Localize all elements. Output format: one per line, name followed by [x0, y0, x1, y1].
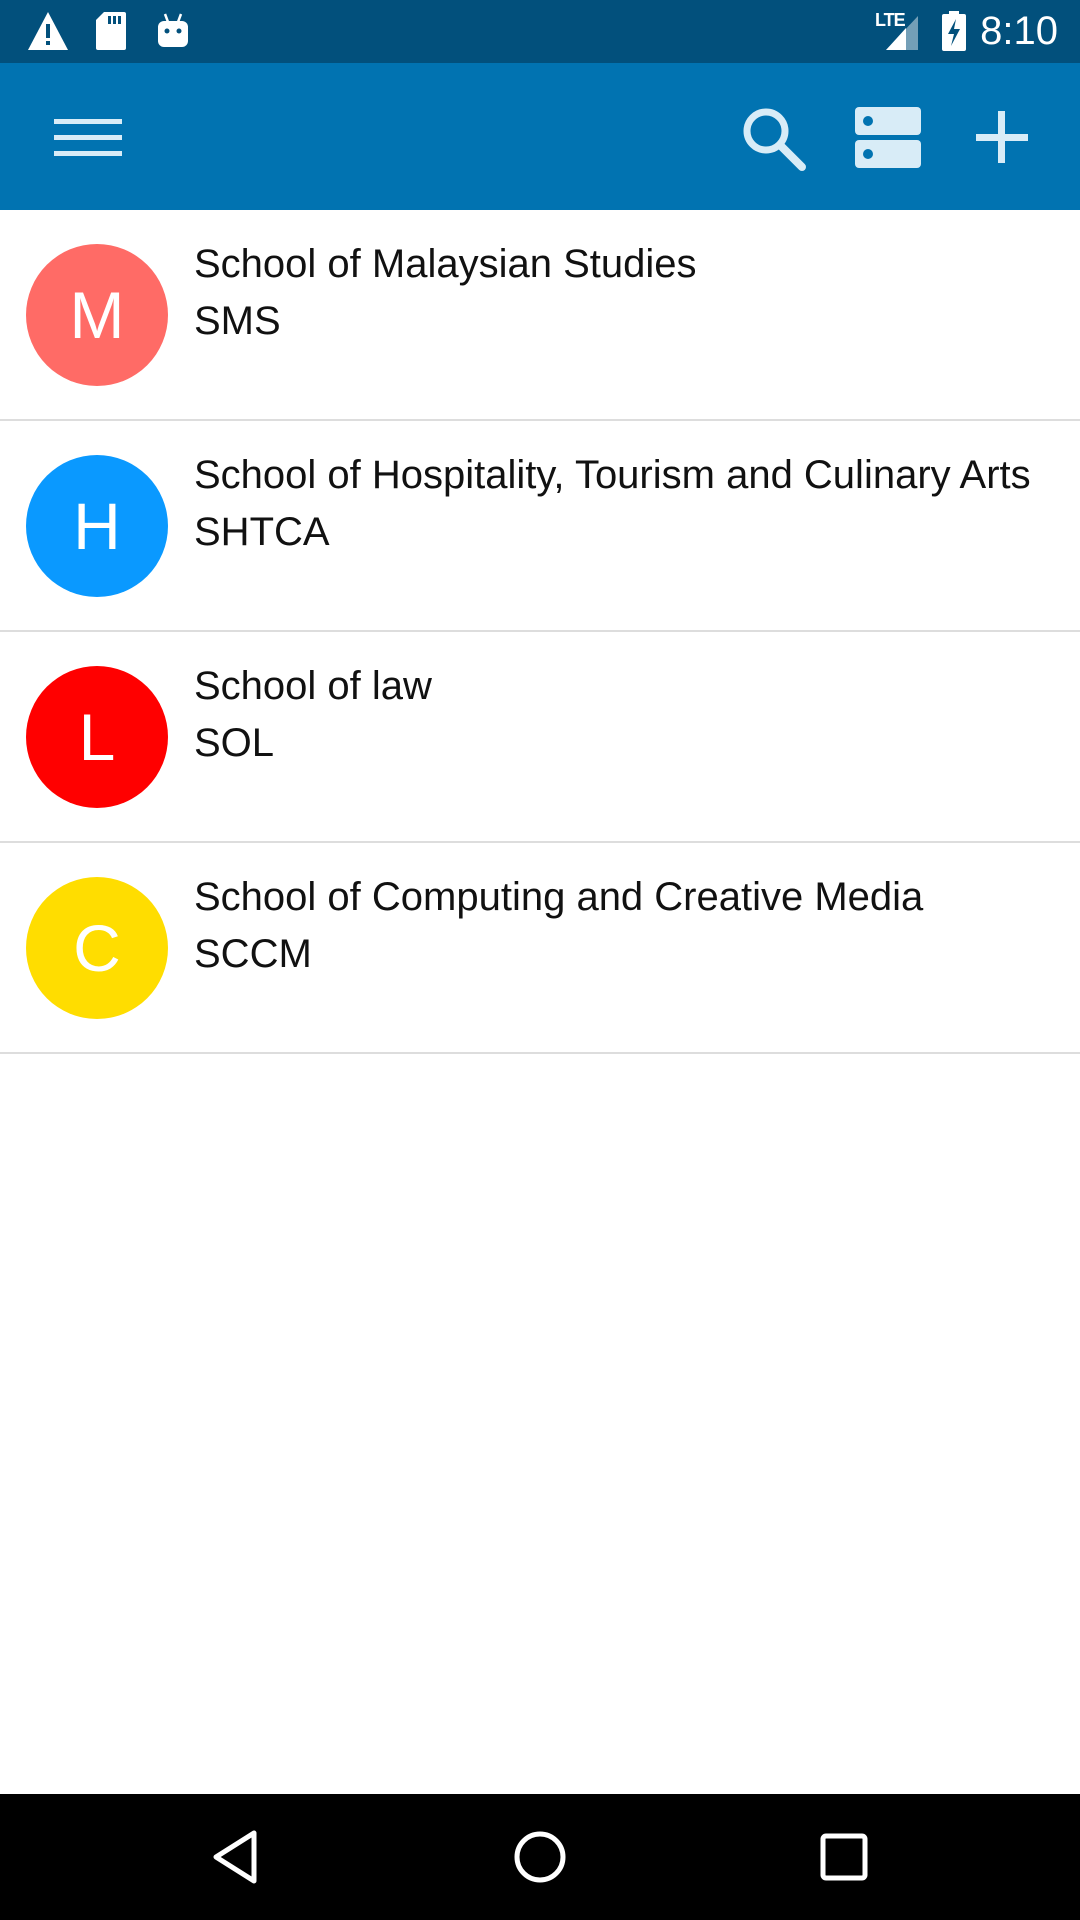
school-code: SOL — [194, 721, 275, 765]
avatar: M — [26, 244, 168, 386]
avatar: H — [26, 455, 168, 597]
school-name: School of Computing and Creative Media — [194, 875, 924, 919]
status-bar: LTE 8:10 — [0, 0, 1080, 63]
storage-icon[interactable] — [852, 101, 924, 173]
search-icon[interactable] — [736, 101, 808, 173]
school-name: School of Hospitality, Tourism and Culin… — [194, 453, 1031, 497]
navigation-bar — [0, 1794, 1080, 1920]
item-text: School of law SOL — [194, 662, 1034, 767]
list-item[interactable]: L School of law SOL — [0, 632, 1080, 843]
school-code: SHTCA — [194, 510, 330, 554]
school-list: M School of Malaysian Studies SMS H Scho… — [0, 210, 1080, 1054]
home-icon[interactable] — [510, 1827, 570, 1887]
menu-icon[interactable] — [52, 101, 124, 173]
sd-card-icon — [96, 12, 126, 50]
signal-icon — [886, 16, 918, 50]
back-icon[interactable] — [208, 1827, 268, 1887]
app-bar — [0, 63, 1080, 210]
school-code: SMS — [194, 299, 281, 343]
item-text: School of Computing and Creative Media S… — [194, 873, 1034, 978]
avatar: L — [26, 666, 168, 808]
school-name: School of law — [194, 664, 432, 708]
battery-charging-icon — [942, 11, 966, 51]
screen: LTE 8:10 M School of Malaysian Studies S… — [0, 0, 1080, 1920]
item-text: School of Hospitality, Tourism and Culin… — [194, 451, 1034, 556]
list-item[interactable]: C School of Computing and Creative Media… — [0, 843, 1080, 1054]
list-item[interactable]: H School of Hospitality, Tourism and Cul… — [0, 421, 1080, 632]
school-name: School of Malaysian Studies — [194, 242, 697, 286]
avatar: C — [26, 877, 168, 1019]
list-item[interactable]: M School of Malaysian Studies SMS — [0, 210, 1080, 421]
status-time: 8:10 — [980, 9, 1058, 53]
school-code: SCCM — [194, 932, 312, 976]
recents-icon[interactable] — [814, 1827, 874, 1887]
add-icon[interactable] — [966, 101, 1038, 173]
android-icon — [158, 13, 188, 47]
warning-icon — [28, 12, 68, 50]
item-text: School of Malaysian Studies SMS — [194, 240, 1034, 345]
